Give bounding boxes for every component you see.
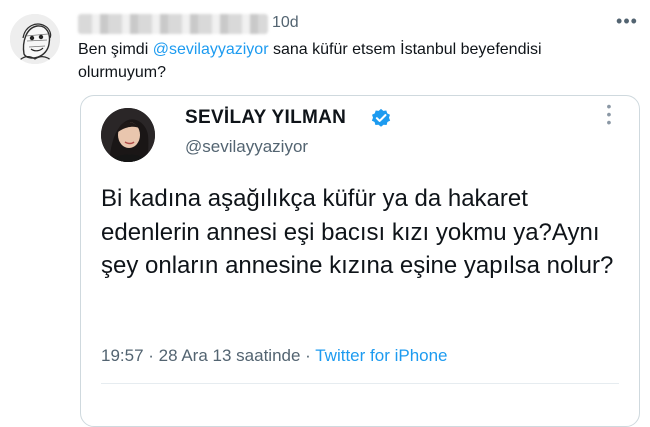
more-horizontal-icon[interactable]: ••• bbox=[616, 12, 638, 32]
mention-link[interactable]: @sevilayyaziyor bbox=[153, 41, 269, 58]
quoted-tweet-meta: 19:57 · 28 Ara 13 saatinde · Twitter for… bbox=[101, 346, 448, 366]
quoted-author-handle[interactable]: @sevilayyaziyor bbox=[185, 137, 308, 157]
tweet-text-prefix: Ben şimdi bbox=[78, 41, 153, 58]
author-name-redacted bbox=[78, 14, 268, 34]
tweet[interactable]: 10d ••• Ben şimdi @sevilayyaziyor sana k… bbox=[0, 0, 650, 427]
more-vertical-icon[interactable]: • • • bbox=[603, 99, 615, 129]
verified-badge-icon bbox=[371, 108, 391, 127]
quoted-tweet-text: Bi kadına aşağılıkça küfür ya da hakaret… bbox=[101, 185, 614, 279]
tweet-source-link[interactable]: Twitter for iPhone bbox=[315, 346, 447, 365]
tweet-time[interactable]: 10d bbox=[272, 14, 299, 32]
quoted-avatar[interactable] bbox=[101, 108, 155, 162]
author-avatar[interactable] bbox=[10, 14, 60, 64]
divider bbox=[101, 383, 619, 384]
quoted-tweet-card[interactable]: SEVİLAY YILMAN @sevilayyaziyor • • • Bi ka… bbox=[80, 95, 640, 427]
quoted-author-name[interactable]: SEVİLAY YILMAN bbox=[185, 107, 346, 129]
tweet-text: Ben şimdi @sevilayyaziyor sana küfür ets… bbox=[78, 38, 618, 84]
quoted-timestamp[interactable]: 19:57 · 28 Ara 13 saatinde · bbox=[101, 346, 315, 365]
